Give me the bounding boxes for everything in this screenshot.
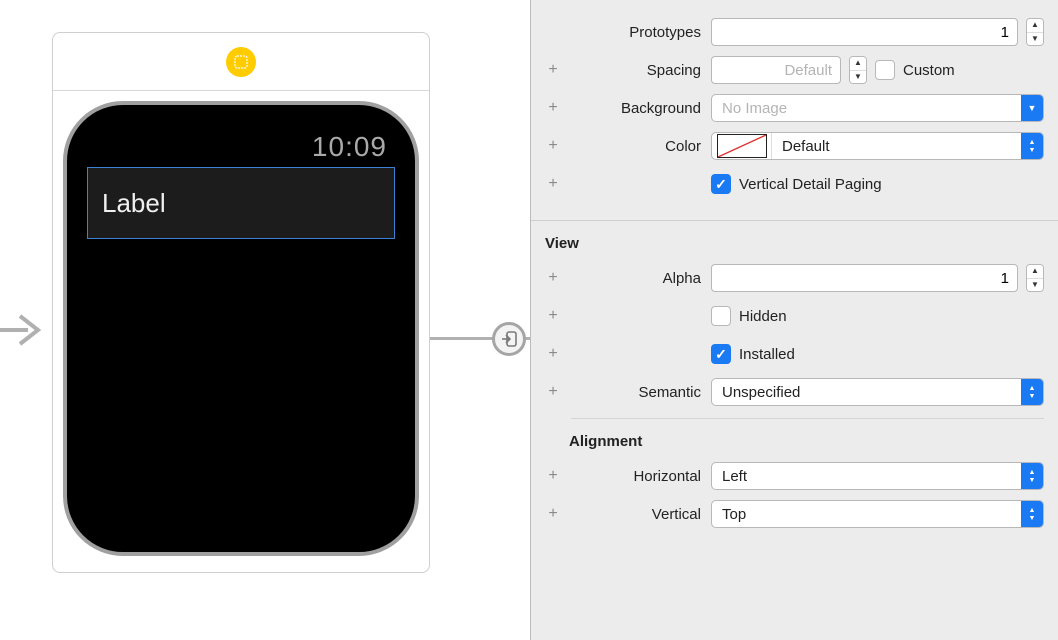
table-section: + Prototypes ▲ ▼ + Spacing ▲ ▼ Custom xyxy=(531,0,1058,221)
canvas[interactable]: 10:09 Label xyxy=(0,0,530,640)
stepper-up-icon[interactable]: ▲ xyxy=(850,57,866,71)
background-label: Background xyxy=(571,100,701,117)
vertical-paging-checkbox[interactable] xyxy=(711,174,731,194)
plus-icon[interactable]: + xyxy=(545,384,561,400)
hidden-row: + Hidden xyxy=(545,300,1044,332)
chevron-updown-icon: ▲▼ xyxy=(1021,379,1043,405)
background-row: + Background No Image ▼ xyxy=(545,92,1044,124)
plus-icon[interactable]: + xyxy=(545,468,561,484)
stepper-down-icon[interactable]: ▼ xyxy=(1027,279,1043,292)
color-row: + Color Default ▲▼ xyxy=(545,130,1044,162)
spacing-label: Spacing xyxy=(571,62,701,79)
vertical-row: + Vertical Top ▲▼ xyxy=(545,498,1044,530)
watch-scene[interactable]: 10:09 Label xyxy=(52,32,430,573)
vertical-paging-label: Vertical Detail Paging xyxy=(739,176,882,193)
stepper-up-icon[interactable]: ▲ xyxy=(1027,265,1043,279)
label-text: Label xyxy=(102,188,166,219)
stepper-up-icon[interactable]: ▲ xyxy=(1027,19,1043,33)
alpha-label: Alpha xyxy=(571,270,701,287)
alpha-row: + Alpha ▲ ▼ xyxy=(545,262,1044,294)
installed-label: Installed xyxy=(739,346,795,363)
plus-icon[interactable]: + xyxy=(545,176,561,192)
custom-label: Custom xyxy=(903,62,955,79)
horizontal-row: + Horizontal Left ▲▼ xyxy=(545,460,1044,492)
plus-icon[interactable]: + xyxy=(545,62,561,78)
chevron-down-icon: ▼ xyxy=(1021,95,1043,121)
horizontal-select[interactable]: Left ▲▼ xyxy=(711,462,1044,490)
view-section: View + Alpha ▲ ▼ + Hidden + xyxy=(531,221,1058,550)
horizontal-value: Left xyxy=(722,468,1021,485)
plus-icon[interactable]: + xyxy=(545,138,561,154)
prototypes-row: + Prototypes ▲ ▼ xyxy=(545,16,1044,48)
custom-checkbox[interactable] xyxy=(875,60,895,80)
interface-controller-icon xyxy=(226,47,256,77)
plus-icon[interactable]: + xyxy=(545,506,561,522)
spacing-row: + Spacing ▲ ▼ Custom xyxy=(545,54,1044,86)
plus-icon[interactable]: + xyxy=(545,270,561,286)
vertical-select[interactable]: Top ▲▼ xyxy=(711,500,1044,528)
chevron-updown-icon: ▲▼ xyxy=(1021,133,1043,159)
hidden-checkbox[interactable] xyxy=(711,306,731,326)
plus-icon[interactable]: + xyxy=(545,308,561,324)
semantic-row: + Semantic Unspecified ▲▼ xyxy=(545,376,1044,408)
vertical-label: Vertical xyxy=(571,506,701,523)
watch-face[interactable]: 10:09 Label xyxy=(63,101,419,556)
semantic-value: Unspecified xyxy=(722,384,1021,401)
spacing-input[interactable] xyxy=(711,56,841,84)
stepper-down-icon[interactable]: ▼ xyxy=(1027,33,1043,46)
background-value: No Image xyxy=(722,100,1021,117)
chevron-updown-icon: ▲▼ xyxy=(1021,463,1043,489)
plus-icon[interactable]: + xyxy=(545,100,561,116)
exit-socket-icon[interactable] xyxy=(492,322,526,356)
scene-titlebar xyxy=(53,33,429,91)
watch-body: 10:09 Label xyxy=(53,91,429,572)
label-element[interactable]: Label xyxy=(87,167,395,239)
divider xyxy=(571,418,1044,419)
alpha-input[interactable] xyxy=(711,264,1018,292)
inspector-panel: + Prototypes ▲ ▼ + Spacing ▲ ▼ Custom xyxy=(530,0,1058,640)
plus-icon[interactable]: + xyxy=(545,346,561,362)
color-label: Color xyxy=(571,138,701,155)
horizontal-label: Horizontal xyxy=(571,468,701,485)
segue-arrow-icon xyxy=(0,310,45,350)
prototypes-label: Prototypes xyxy=(571,24,701,41)
color-value: Default xyxy=(772,138,1021,155)
stepper-down-icon[interactable]: ▼ xyxy=(850,71,866,84)
semantic-label: Semantic xyxy=(571,384,701,401)
watch-time: 10:09 xyxy=(312,131,387,163)
hidden-label: Hidden xyxy=(739,308,787,325)
vertical-paging-row: + Vertical Detail Paging xyxy=(545,168,1044,200)
spacing-stepper[interactable]: ▲ ▼ xyxy=(849,56,867,84)
semantic-select[interactable]: Unspecified ▲▼ xyxy=(711,378,1044,406)
prototypes-stepper[interactable]: ▲ ▼ xyxy=(1026,18,1044,46)
installed-checkbox[interactable] xyxy=(711,344,731,364)
background-select[interactable]: No Image ▼ xyxy=(711,94,1044,122)
view-heading: View xyxy=(545,235,1044,252)
color-swatch-icon xyxy=(717,134,767,158)
prototypes-input[interactable] xyxy=(711,18,1018,46)
installed-row: + Installed xyxy=(545,338,1044,370)
alpha-stepper[interactable]: ▲ ▼ xyxy=(1026,264,1044,292)
vertical-value: Top xyxy=(722,506,1021,523)
chevron-updown-icon: ▲▼ xyxy=(1021,501,1043,527)
color-select[interactable]: Default ▲▼ xyxy=(711,132,1044,160)
alignment-heading: Alignment xyxy=(569,433,1044,450)
